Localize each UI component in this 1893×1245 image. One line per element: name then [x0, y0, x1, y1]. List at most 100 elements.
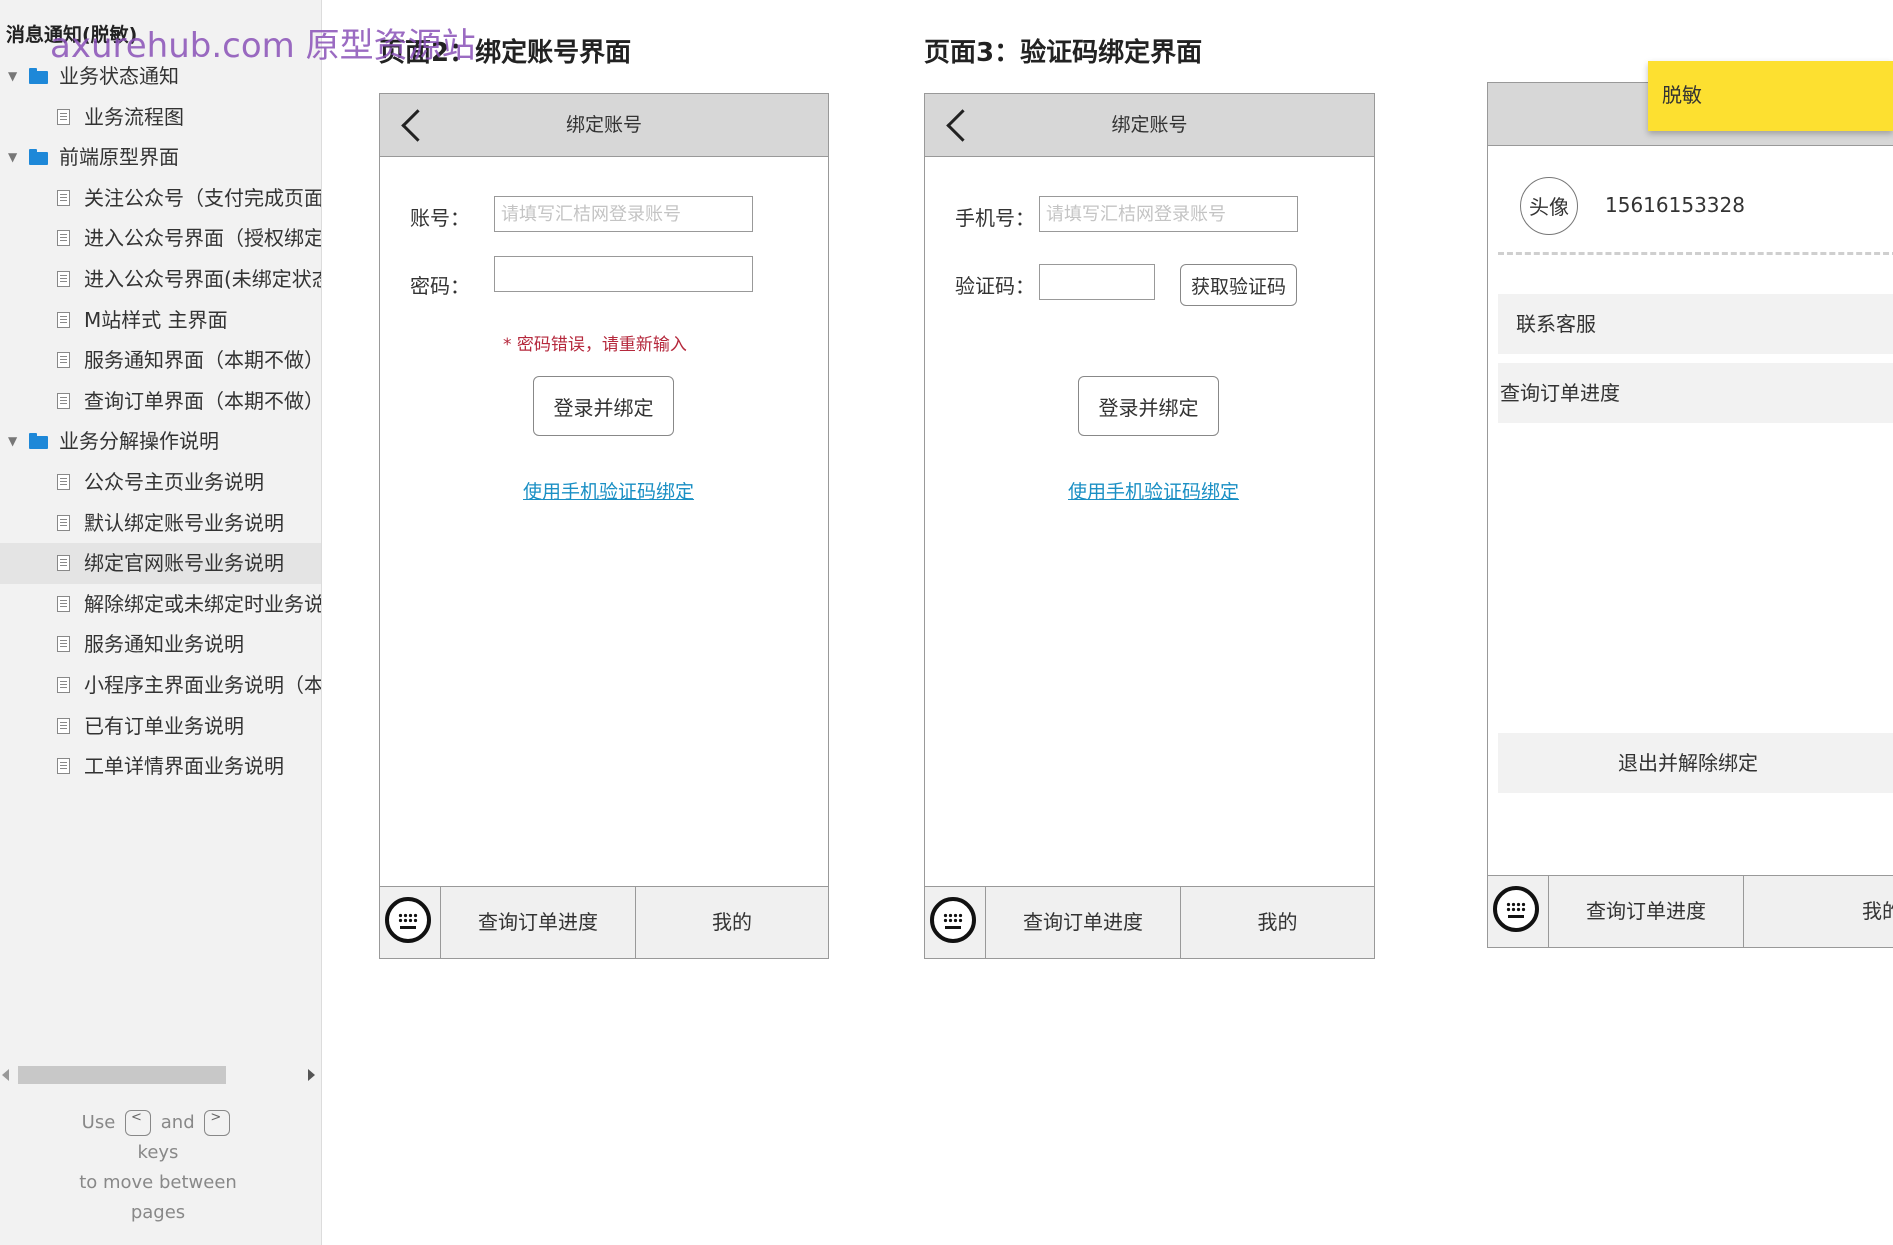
scroll-right-arrow-icon[interactable]: [308, 1069, 315, 1081]
tab-mine[interactable]: 我的: [636, 887, 828, 958]
tab-order-progress[interactable]: 查询订单进度: [441, 887, 636, 958]
tree-item-label: 小程序主界面业务说明（本: [84, 672, 321, 697]
page3-heading: 页面3：验证码绑定界面: [924, 38, 1203, 68]
tree-item-label: 业务流程图: [84, 104, 184, 129]
tree-item-label: M站样式 主界面: [84, 307, 228, 332]
code-input[interactable]: [1039, 264, 1155, 300]
logout-unbind-button[interactable]: 退出并解除绑定: [1498, 733, 1893, 793]
tree-item-label: 服务通知业务说明: [84, 632, 244, 657]
page-icon: [57, 758, 70, 775]
back-arrow-icon[interactable]: [946, 109, 979, 142]
account-input[interactable]: [494, 196, 753, 232]
sticky-note: 脱敏: [1648, 61, 1893, 131]
avatar[interactable]: 头像: [1520, 177, 1578, 235]
tab-mine[interactable]: 我的: [1181, 887, 1374, 958]
tree-page-item[interactable]: 查询订单界面（本期不做）: [0, 381, 321, 422]
tab-order-progress[interactable]: 查询订单进度: [1549, 876, 1744, 947]
keyboard-tab[interactable]: [925, 887, 986, 958]
page3-phone-mockup: 绑定账号 手机号： 验证码： 获取验证码 登录并绑定 使用手机验证码绑定 查询订…: [924, 93, 1375, 959]
expand-arrow-icon[interactable]: ▼: [8, 56, 17, 97]
tree-page-item[interactable]: 小程序主界面业务说明（本: [0, 665, 321, 706]
page2-header: 绑定账号: [380, 94, 828, 157]
tab-mine[interactable]: 我的: [1744, 876, 1893, 947]
password-label: 密码：: [410, 274, 470, 298]
page-icon: [57, 636, 70, 653]
back-arrow-icon[interactable]: [401, 109, 434, 142]
page-icon: [57, 352, 70, 369]
page2-phone-mockup: 绑定账号 账号： 密码： * 密码错误，请重新输入 登录并绑定 使用手机验证码绑…: [379, 93, 829, 959]
tree-page-item[interactable]: 工单详情界面业务说明: [0, 746, 321, 787]
tree-page-item[interactable]: 默认绑定账号业务说明: [0, 503, 321, 544]
expand-arrow-icon[interactable]: ▼: [8, 421, 17, 462]
tree-item-label: 前端原型界面: [59, 145, 179, 170]
page-icon: [57, 189, 70, 206]
sms-bind-link[interactable]: 使用手机验证码绑定: [1068, 477, 1239, 504]
tree-item-label: 业务状态通知: [59, 64, 179, 88]
page3-header: 绑定账号: [925, 94, 1374, 157]
get-code-button[interactable]: 获取验证码: [1180, 264, 1297, 306]
project-title: 消息通知(脱敏): [6, 24, 138, 46]
menu-order-progress[interactable]: 查询订单进度: [1498, 363, 1893, 423]
login-bind-button[interactable]: 登录并绑定: [533, 376, 674, 436]
password-input[interactable]: [494, 256, 753, 292]
help-line3: pages: [130, 1202, 186, 1223]
tree-item-label: 关注公众号（支付完成页面: [84, 185, 321, 210]
menu-contact-service[interactable]: 联系客服: [1498, 294, 1893, 354]
page2-header-title: 绑定账号: [565, 114, 642, 136]
folder-icon: [29, 149, 48, 166]
tree-page-item[interactable]: M站样式 主界面: [0, 300, 321, 341]
sidebar-horizontal-scrollbar[interactable]: [0, 1064, 321, 1086]
tree-page-item[interactable]: 公众号主页业务说明: [0, 462, 321, 503]
tree-item-label: 服务通知界面（本期不做）: [84, 348, 321, 373]
account-label: 账号：: [410, 206, 470, 230]
tree-page-item[interactable]: 已有订单业务说明: [0, 706, 321, 747]
scrollbar-thumb[interactable]: [18, 1066, 226, 1084]
phone-input[interactable]: [1039, 196, 1298, 232]
page4-tabbar: 查询订单进度 我的: [1488, 875, 1893, 947]
tree-page-item[interactable]: 业务流程图: [0, 97, 321, 138]
help-keys-text: keys: [137, 1142, 179, 1163]
keyboard-tab[interactable]: [380, 887, 441, 958]
expand-arrow-icon[interactable]: ▼: [8, 137, 17, 178]
tree-page-item[interactable]: 进入公众号界面（授权绑定: [0, 218, 321, 259]
tree-item-label: 进入公众号界面(未绑定状态: [84, 266, 321, 291]
page2-heading: 页面2：绑定账号界面: [379, 38, 632, 68]
keyboard-icon: [930, 897, 976, 943]
tree-item-label: 解除绑定或未绑定时业务说明: [84, 591, 321, 616]
tree-item-label: 公众号主页业务说明: [84, 469, 264, 494]
next-key-icon: >: [204, 1110, 231, 1136]
tree-page-item[interactable]: 进入公众号界面(未绑定状态: [0, 259, 321, 300]
tree-page-item[interactable]: 服务通知界面（本期不做）: [0, 340, 321, 381]
tree-page-item[interactable]: 关注公众号（支付完成页面: [0, 178, 321, 219]
tree-folder[interactable]: ▼ 业务状态通知: [0, 56, 321, 97]
page-icon: [57, 473, 70, 490]
password-error-text: * 密码错误，请重新输入: [503, 335, 687, 355]
sitemap-sidebar: 消息通知(脱敏) ▼ 业务状态通知业务流程图 ▼ 前端原型界面关注公众号（支付完成页面…: [0, 0, 322, 1245]
keyboard-help: Use < and > keys to move between pages: [0, 1108, 316, 1228]
sticky-note-text: 脱敏: [1662, 83, 1702, 107]
page-icon: [57, 311, 70, 328]
tree-page-item[interactable]: 服务通知业务说明: [0, 624, 321, 665]
prev-key-icon: <: [125, 1110, 152, 1136]
tree-item-label: 已有订单业务说明: [84, 713, 244, 738]
dashed-divider: [1498, 252, 1893, 255]
page-icon: [57, 595, 70, 612]
page-icon: [57, 270, 70, 287]
page4-phone-mockup: 头像 15616153328 联系客服 查询订单进度 退出并解除绑定 查询订单进…: [1487, 82, 1893, 948]
sms-bind-link[interactable]: 使用手机验证码绑定: [523, 477, 694, 504]
keyboard-tab[interactable]: [1488, 876, 1549, 947]
tree-item-label: 业务分解操作说明: [59, 429, 219, 454]
tree-page-item[interactable]: 解除绑定或未绑定时业务说明: [0, 584, 321, 625]
page-icon: [57, 555, 70, 572]
page3-header-title: 绑定账号: [1111, 114, 1188, 136]
page-icon: [57, 676, 70, 693]
scroll-left-arrow-icon[interactable]: [2, 1069, 9, 1081]
tree-folder[interactable]: ▼ 业务分解操作说明: [0, 421, 321, 462]
tree-page-item[interactable]: 绑定官网账号业务说明: [0, 543, 321, 584]
tree-folder[interactable]: ▼ 前端原型界面: [0, 137, 321, 178]
tab-order-progress[interactable]: 查询订单进度: [986, 887, 1181, 958]
tree-item-label: 查询订单界面（本期不做）: [84, 388, 321, 413]
page-icon: [57, 717, 70, 734]
login-bind-button[interactable]: 登录并绑定: [1078, 376, 1219, 436]
page3-tabbar: 查询订单进度 我的: [925, 886, 1374, 958]
